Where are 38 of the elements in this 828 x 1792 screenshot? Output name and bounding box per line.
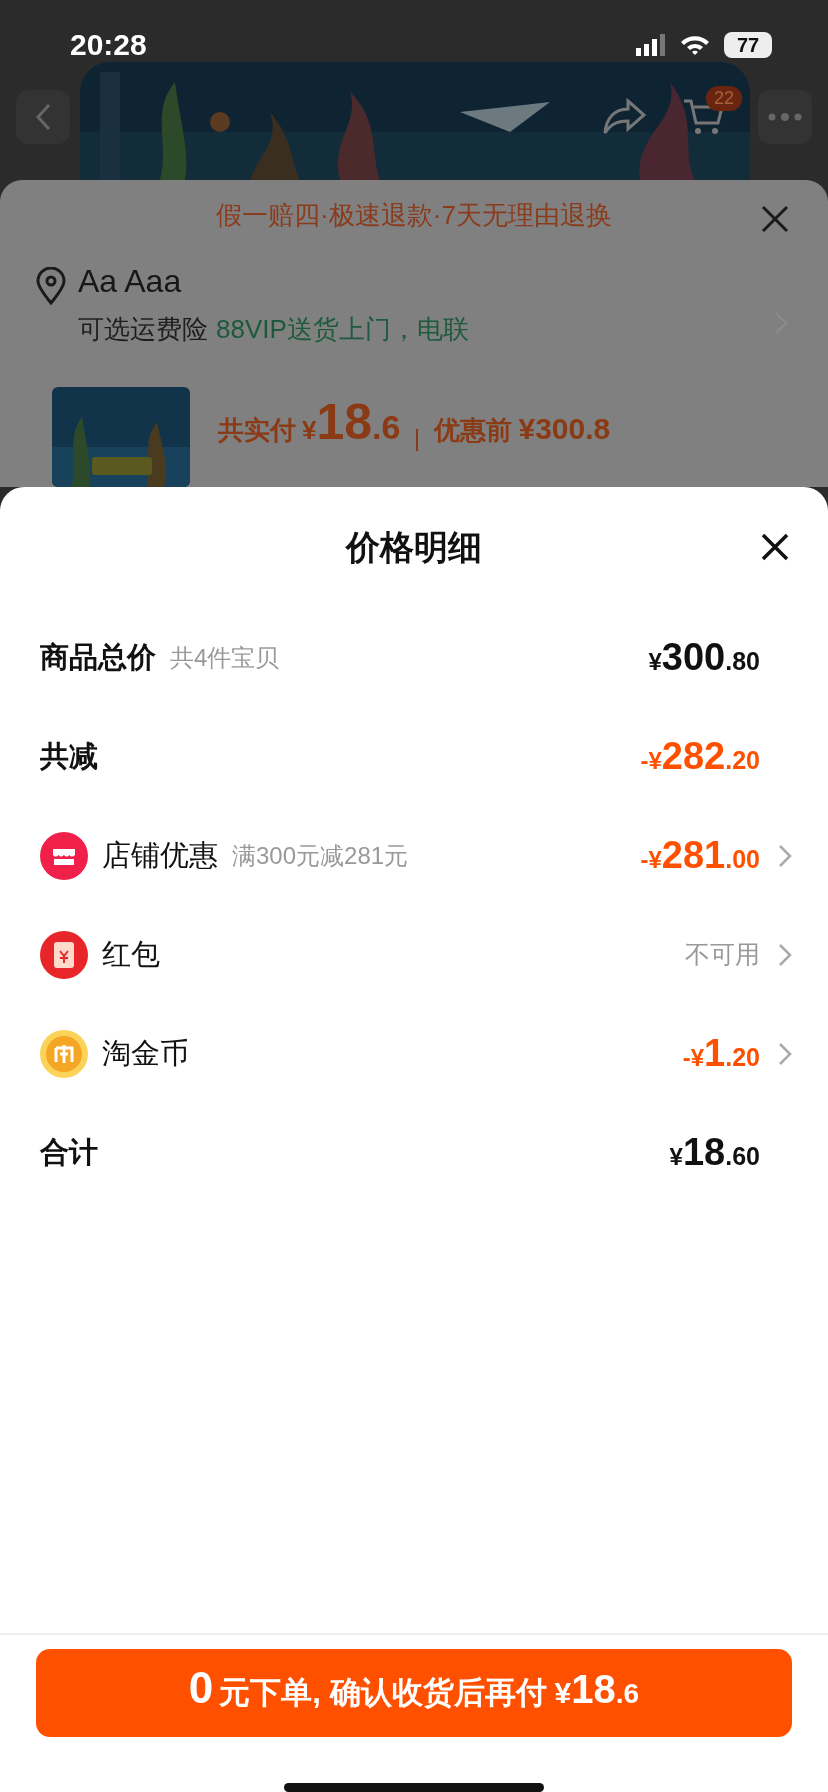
wifi-icon (680, 34, 710, 56)
confirm-order-button[interactable]: 0 元下单, 确认收货后再付 ¥18.6 (36, 1649, 792, 1737)
row-amount: -¥282.20 (640, 735, 760, 778)
share-icon[interactable] (602, 97, 646, 137)
row-note: 满300元减281元 (232, 840, 409, 871)
location-pin-icon (36, 266, 66, 305)
paid-label: 共实付 (218, 414, 296, 447)
row-label: 店铺优惠 (102, 837, 218, 873)
close-icon[interactable] (760, 532, 790, 562)
insurance-text: 可选运费险 (78, 312, 208, 346)
signal-icon (636, 34, 666, 56)
chevron-left-icon (35, 103, 51, 131)
row-amount: -¥1.20 (682, 1032, 760, 1075)
row-label: 商品总价 (40, 639, 156, 675)
delivery-text: 88VIP送货上门，电联 (216, 312, 469, 346)
status-time: 20:28 (70, 28, 147, 62)
shop-icon (40, 831, 88, 880)
row-amount: -¥281.00 (640, 834, 760, 877)
row-amount: ¥18.60 (669, 1131, 760, 1174)
row-label: 淘金币 (102, 1035, 189, 1071)
row-note: 共4件宝贝 (170, 642, 280, 673)
row-label: 合计 (40, 1134, 98, 1170)
row-label: 红包 (102, 936, 160, 972)
before-discount-amount: ¥300.8 (518, 412, 611, 446)
paid-amount: ¥18.6 (302, 393, 401, 451)
row-amount: ¥300.80 (648, 636, 760, 679)
battery-icon: 77 (724, 32, 772, 58)
back-button[interactable] (16, 90, 70, 144)
more-button[interactable] (758, 90, 812, 144)
address-name: Aa Aaa (78, 262, 183, 300)
row-status: 不可用 (685, 939, 760, 970)
coin-icon (40, 1029, 88, 1078)
guarantee-text: 假一赔四·极速退款·7天无理由退换 (216, 198, 612, 232)
row-label: 共减 (40, 738, 98, 774)
envelope-icon (40, 930, 88, 979)
sheet-title: 价格明细 (346, 526, 482, 568)
more-icon (768, 113, 802, 121)
before-discount-label: 优惠前 (434, 414, 513, 447)
